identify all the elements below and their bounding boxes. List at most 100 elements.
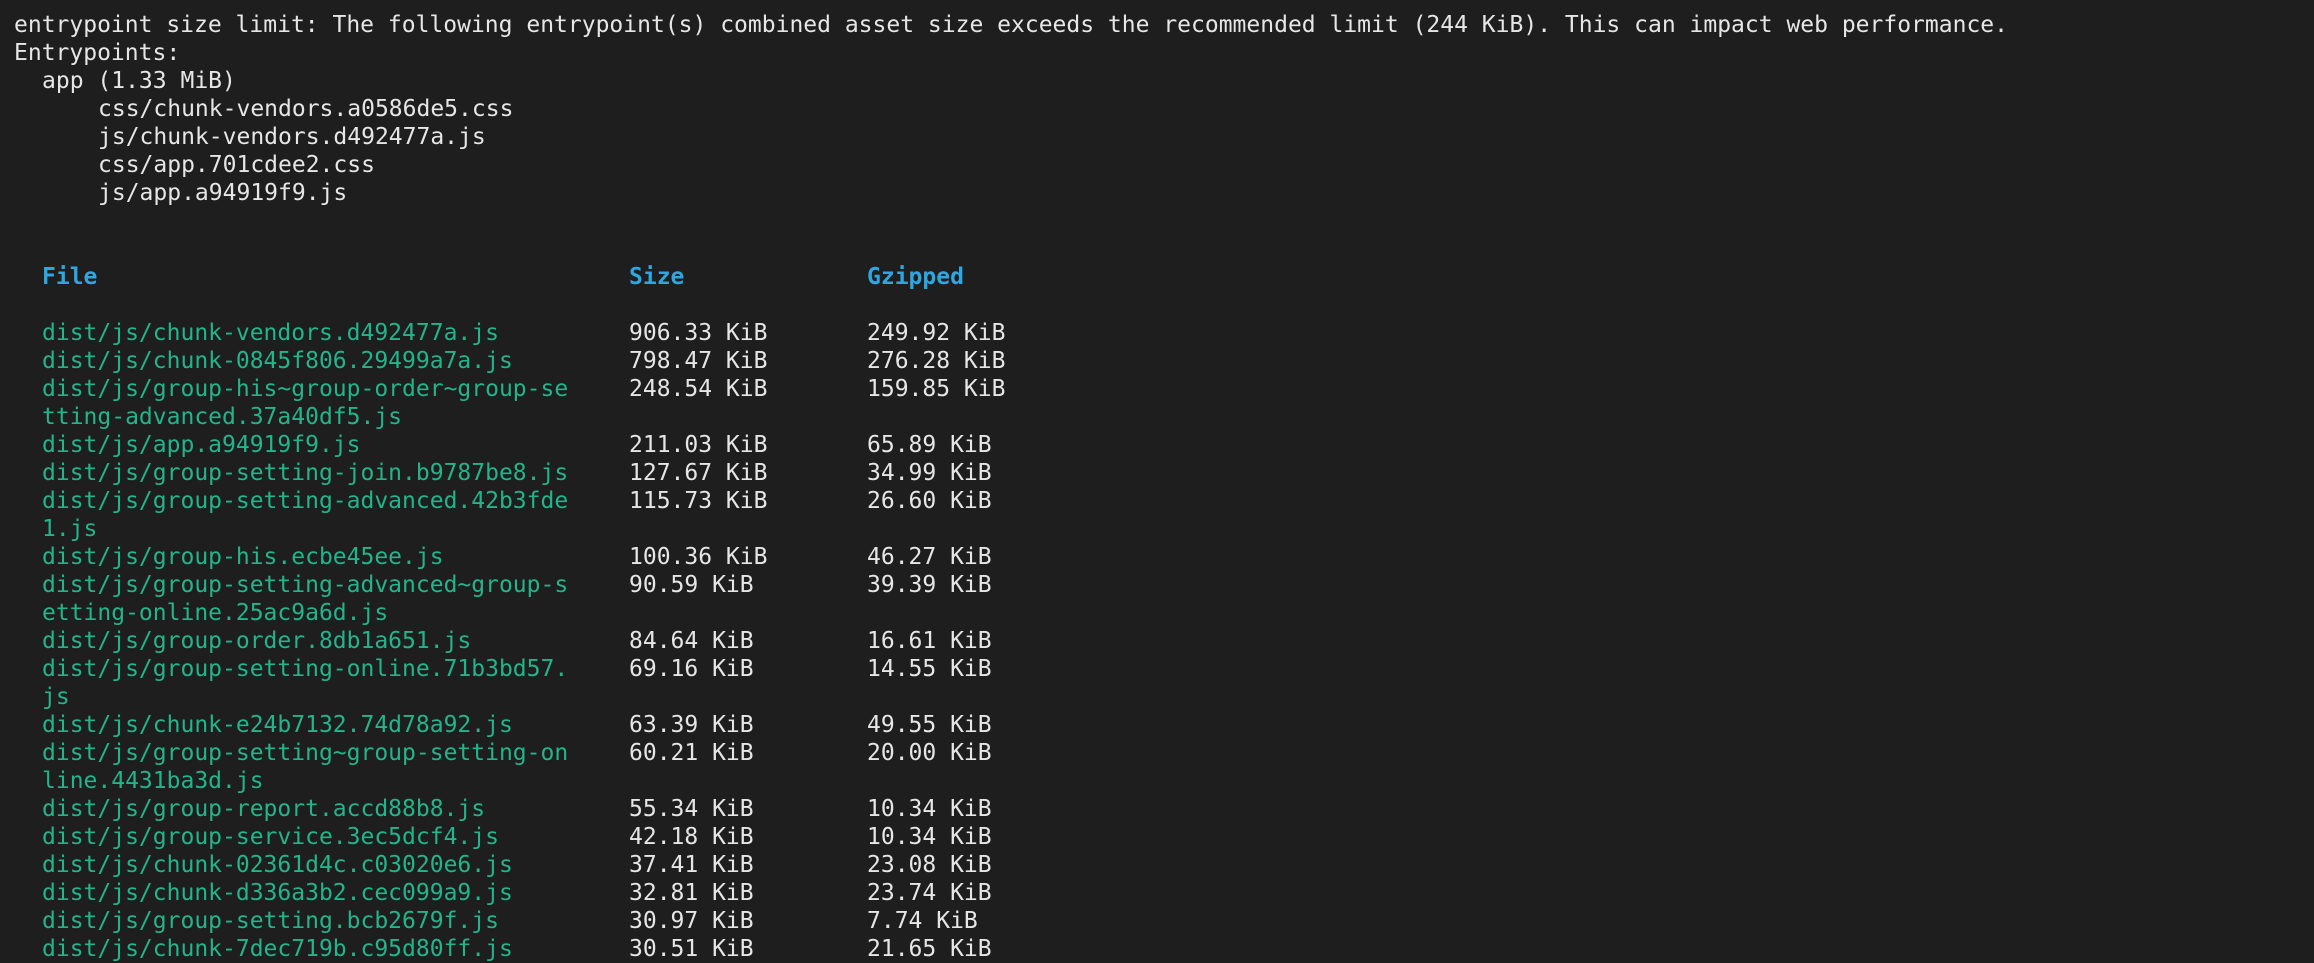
file-cell: dist/js/group-setting-online.71b3bd57. js — [14, 655, 629, 711]
gzipped-cell: 46.27 KiB — [867, 544, 992, 570]
file-cell: dist/js/app.a94919f9.js — [14, 431, 629, 459]
table-row: dist/js/chunk-0845f806.29499a7a.js 798.47… — [14, 347, 2304, 375]
file-name-line: dist/js/group-order.8db1a651.js — [42, 628, 472, 654]
file-name-line: dist/js/chunk-e24b7132.74d78a92.js — [42, 712, 513, 738]
file-name-line: dist/js/app.a94919f9.js — [42, 432, 361, 458]
entrypoints-label: Entrypoints: — [14, 40, 181, 66]
size-cell: 798.47 KiB — [629, 348, 768, 374]
file-name-line: etting-online.25ac9a6d.js — [42, 600, 389, 626]
size-cell: 30.97 KiB — [629, 908, 754, 934]
warning-line: entrypoint size limit: The following ent… — [14, 12, 2008, 38]
size-cell: 30.51 KiB — [629, 936, 754, 962]
file-cell: dist/js/chunk-0845f806.29499a7a.js — [14, 347, 629, 375]
file-cell: dist/js/group-setting-advanced.42b3fde 1.… — [14, 487, 629, 543]
file-name-line: dist/js/group-service.3ec5dcf4.js — [42, 824, 499, 850]
file-name-line: dist/js/group-setting-online.71b3bd57. — [42, 656, 569, 682]
size-cell: 55.34 KiB — [629, 796, 754, 822]
size-cell: 906.33 KiB — [629, 320, 768, 346]
gzipped-cell: 26.60 KiB — [867, 488, 992, 514]
file-name-line: dist/js/group-report.accd88b8.js — [42, 796, 486, 822]
table-row: dist/js/group-setting-advanced~group-s et… — [14, 571, 2304, 627]
size-cell: 248.54 KiB — [629, 376, 768, 402]
entry-asset: js/chunk-vendors.d492477a.js — [98, 124, 486, 150]
terminal-output: entrypoint size limit: The following ent… — [14, 11, 2304, 963]
file-name-line: dist/js/chunk-vendors.d492477a.js — [42, 320, 499, 346]
file-name-line: dist/js/group-setting-advanced.42b3fde — [42, 488, 569, 514]
table-row: dist/js/chunk-7dec719b.c95d80ff.js 30.51 … — [14, 935, 2304, 963]
file-cell: dist/js/group-report.accd88b8.js — [14, 795, 629, 823]
file-cell: dist/js/group-order.8db1a651.js — [14, 627, 629, 655]
size-cell: 37.41 KiB — [629, 852, 754, 878]
entry-asset: css/app.701cdee2.css — [98, 152, 375, 178]
table-row: dist/js/group-setting-join.b9787be8.js 12… — [14, 459, 2304, 487]
gzipped-cell: 65.89 KiB — [867, 432, 992, 458]
file-cell: dist/js/group-setting~group-setting-on li… — [14, 739, 629, 795]
size-cell: 32.81 KiB — [629, 880, 754, 906]
table-body: dist/js/chunk-vendors.d492477a.js 906.33 … — [14, 319, 2304, 963]
table-row: dist/js/group-setting-online.71b3bd57. js… — [14, 655, 2304, 711]
file-cell: dist/js/group-service.3ec5dcf4.js — [14, 823, 629, 851]
file-cell: dist/js/group-setting-join.b9787be8.js — [14, 459, 629, 487]
gzipped-cell: 7.74 KiB — [867, 908, 978, 934]
header-file: File — [42, 264, 98, 290]
table-row: dist/js/app.a94919f9.js 211.03 KiB 65.89 K… — [14, 431, 2304, 459]
file-cell: dist/js/group-his.ecbe45ee.js — [14, 543, 629, 571]
file-name-line: dist/js/chunk-d336a3b2.cec099a9.js — [42, 880, 513, 906]
file-cell: dist/js/group-his~group-order~group-se tt… — [14, 375, 629, 431]
file-cell: dist/js/chunk-vendors.d492477a.js — [14, 319, 629, 347]
size-cell: 84.64 KiB — [629, 628, 754, 654]
header-size: Size — [629, 264, 685, 290]
gzipped-cell: 16.61 KiB — [867, 628, 992, 654]
file-cell: dist/js/chunk-e24b7132.74d78a92.js — [14, 711, 629, 739]
gzipped-cell: 10.34 KiB — [867, 796, 992, 822]
size-cell: 60.21 KiB — [629, 740, 754, 766]
gzipped-cell: 23.08 KiB — [867, 852, 992, 878]
table-row: dist/js/group-his~group-order~group-se tt… — [14, 375, 2304, 431]
gzipped-cell: 20.00 KiB — [867, 740, 992, 766]
file-name-line: 1.js — [42, 516, 98, 542]
file-name-line: dist/js/group-setting-advanced~group-s — [42, 572, 569, 598]
size-cell: 69.16 KiB — [629, 656, 754, 682]
file-name-line: dist/js/group-setting-join.b9787be8.js — [42, 460, 569, 486]
size-cell: 63.39 KiB — [629, 712, 754, 738]
file-cell: dist/js/group-setting-advanced~group-s et… — [14, 571, 629, 627]
table-header: File Size Gzipped — [14, 263, 2304, 291]
table-row: dist/js/group-setting-advanced.42b3fde 1.… — [14, 487, 2304, 543]
gzipped-cell: 159.85 KiB — [867, 376, 1006, 402]
table-row: dist/js/group-order.8db1a651.js 84.64 KiB… — [14, 627, 2304, 655]
file-name-line: js — [42, 684, 70, 710]
file-name-line: dist/js/group-setting~group-setting-on — [42, 740, 569, 766]
size-cell: 115.73 KiB — [629, 488, 768, 514]
app-entry: app (1.33 MiB) — [42, 68, 236, 94]
table-row: dist/js/group-setting~group-setting-on li… — [14, 739, 2304, 795]
table-row: dist/js/chunk-vendors.d492477a.js 906.33 … — [14, 319, 2304, 347]
table-row: dist/js/group-service.3ec5dcf4.js 42.18 K… — [14, 823, 2304, 851]
gzipped-cell: 23.74 KiB — [867, 880, 992, 906]
file-cell: dist/js/group-setting.bcb2679f.js — [14, 907, 629, 935]
header-gzipped: Gzipped — [867, 264, 964, 290]
gzipped-cell: 10.34 KiB — [867, 824, 992, 850]
file-name-line: tting-advanced.37a40df5.js — [42, 404, 403, 430]
table-row: dist/js/group-setting.bcb2679f.js 30.97 K… — [14, 907, 2304, 935]
size-cell: 211.03 KiB — [629, 432, 768, 458]
size-cell: 127.67 KiB — [629, 460, 768, 486]
file-name-line: dist/js/chunk-02361d4c.c03020e6.js — [42, 852, 513, 878]
gzipped-cell: 14.55 KiB — [867, 656, 992, 682]
file-cell: dist/js/chunk-7dec719b.c95d80ff.js — [14, 935, 629, 963]
size-cell: 100.36 KiB — [629, 544, 768, 570]
gzipped-cell: 276.28 KiB — [867, 348, 1006, 374]
gzipped-cell: 249.92 KiB — [867, 320, 1006, 346]
gzipped-cell: 34.99 KiB — [867, 460, 992, 486]
table-row: dist/js/group-report.accd88b8.js 55.34 Ki… — [14, 795, 2304, 823]
file-cell: dist/js/chunk-d336a3b2.cec099a9.js — [14, 879, 629, 907]
size-cell: 90.59 KiB — [629, 572, 754, 598]
table-row: dist/js/chunk-d336a3b2.cec099a9.js 32.81 … — [14, 879, 2304, 907]
gzipped-cell: 39.39 KiB — [867, 572, 992, 598]
entry-asset: js/app.a94919f9.js — [98, 180, 348, 206]
file-name-line: dist/js/group-setting.bcb2679f.js — [42, 908, 499, 934]
table-row: dist/js/chunk-02361d4c.c03020e6.js 37.41 … — [14, 851, 2304, 879]
file-name-line: dist/js/chunk-7dec719b.c95d80ff.js — [42, 936, 513, 962]
file-name-line: dist/js/group-his.ecbe45ee.js — [42, 544, 444, 570]
